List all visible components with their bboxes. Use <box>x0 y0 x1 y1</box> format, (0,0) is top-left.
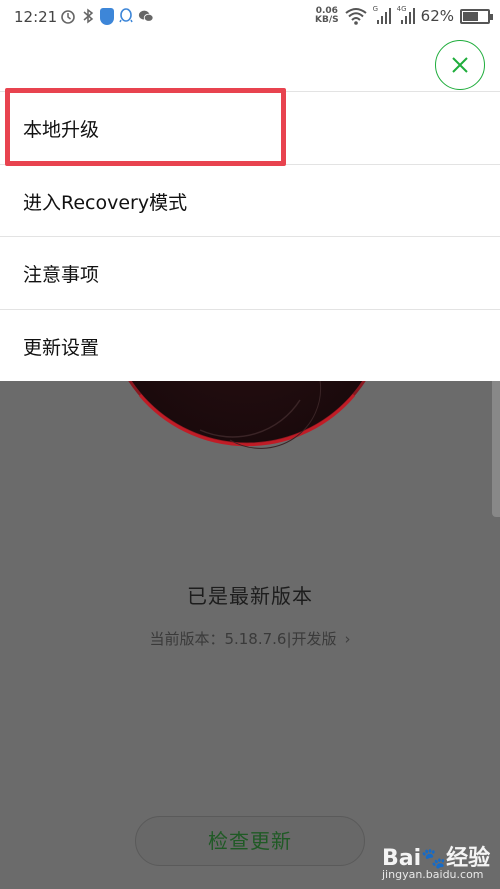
current-version-row[interactable]: 当前版本：5.18.7.6|开发版 › <box>0 628 500 649</box>
alarm-icon <box>61 10 75 24</box>
bluetooth-icon <box>83 8 94 24</box>
status-time: 12:21 <box>14 8 58 26</box>
signal-icon-1: G <box>373 5 391 25</box>
battery-percentage: 62% <box>420 7 454 25</box>
close-menu-button[interactable] <box>435 40 485 90</box>
network-speed: 0.06 KB/S <box>315 6 339 25</box>
menu-item-update-settings[interactable]: 更新设置 <box>0 308 500 382</box>
watermark-url: jingyan.baidu.com <box>382 868 484 881</box>
highlight-annotation-box <box>5 88 286 166</box>
status-bar: 12:21 0.06 KB/S G 4G 62% <box>0 0 500 36</box>
menu-item-notes[interactable]: 注意事项 <box>0 236 500 309</box>
menu-item-label: 注意事项 <box>23 264 100 286</box>
notification-icons <box>60 7 154 25</box>
up-to-date-title: 已是最新版本 <box>187 584 313 608</box>
scroll-handle[interactable] <box>492 373 500 517</box>
system-status-icons: 0.06 KB/S G 4G 62% <box>315 5 493 25</box>
wechat-icon <box>138 10 154 22</box>
baidu-watermark: Bai🐾经验 jingyan.baidu.com <box>378 838 498 888</box>
shield-icon <box>100 7 114 25</box>
menu-item-recovery-mode[interactable]: 进入Recovery模式 <box>0 163 500 237</box>
qq-icon <box>119 8 133 23</box>
current-version-label: 当前版本：5.18.7.6|开发版 <box>149 630 337 648</box>
close-icon <box>452 57 468 73</box>
wifi-icon <box>345 8 367 25</box>
battery-fill <box>463 11 478 21</box>
menu-item-label: 更新设置 <box>23 336 100 359</box>
dropdown-menu-panel: 12:21 0.06 KB/S G 4G 62% 本地升级 进入Recovery… <box>0 0 500 381</box>
battery-icon <box>460 8 493 24</box>
chevron-right-icon: › <box>344 630 351 648</box>
check-update-button[interactable]: 检查更新 <box>135 816 365 866</box>
signal-icon-2: 4G <box>397 5 415 25</box>
menu-item-label: 进入Recovery模式 <box>23 191 188 214</box>
